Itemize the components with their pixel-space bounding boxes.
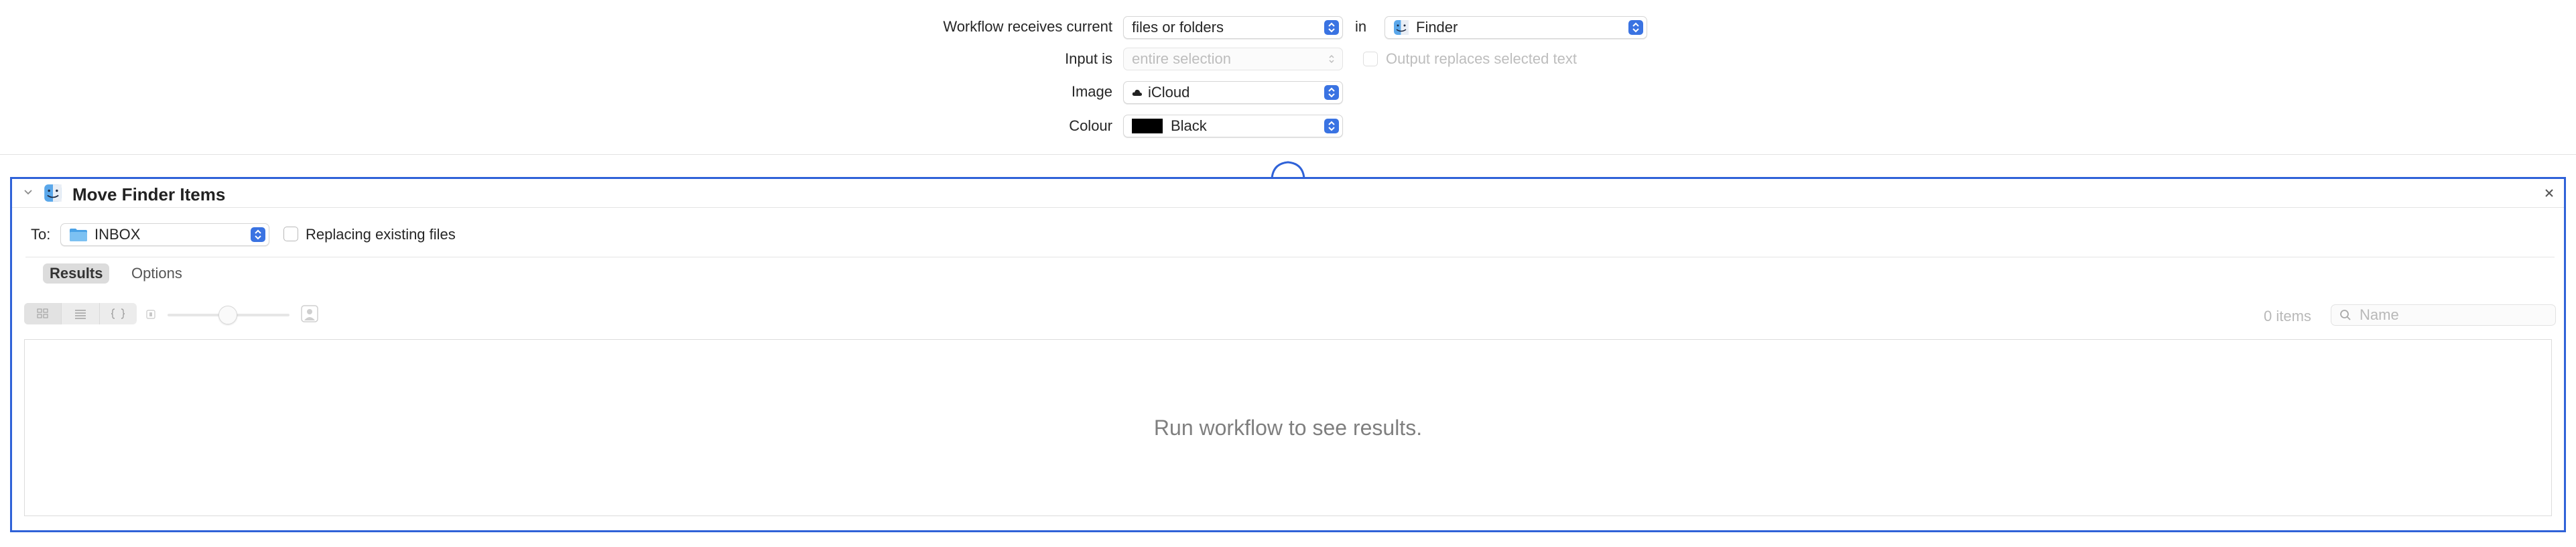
cloud-icon [1132,89,1142,96]
tab-results[interactable]: Results [43,263,110,284]
slider-knob[interactable] [218,306,237,324]
search-input[interactable] [2358,306,2535,324]
input-is-value: entire selection [1132,50,1231,67]
finder-icon [44,184,62,202]
search-icon [2340,310,2351,320]
action-title: Move Finder Items [72,184,226,204]
receives-label: Workflow receives current [943,18,1112,35]
list-icon [74,310,86,319]
destination-popup[interactable]: INBOX [60,223,269,246]
input-is-label: Input is [1065,50,1112,67]
colour-value: Black [1171,117,1207,134]
image-value: iCloud [1148,84,1190,101]
input-is-popup[interactable]: entire selection [1123,48,1343,70]
search-field[interactable] [2331,304,2556,326]
receives-popup[interactable]: files or folders [1123,16,1343,39]
application-value: Finder [1416,19,1458,36]
grid-icon [37,308,48,318]
items-count: 0 items [2264,308,2311,324]
folder-icon [70,229,87,241]
application-popup[interactable]: Finder [1384,16,1647,39]
empty-results-text: Run workflow to see results. [1153,415,1423,440]
colour-popup[interactable]: Black [1123,115,1343,137]
chevron-down-icon[interactable] [23,188,33,196]
action-title-row: Move Finder Items [12,179,2564,207]
small-icon [146,310,155,319]
colour-label: Colour [1069,117,1112,134]
in-label: in [1355,18,1367,35]
stepper-icon [1324,119,1339,133]
replacing-label: Replacing existing files [306,226,456,243]
image-label: Image [1071,83,1112,100]
code-view-button[interactable] [100,303,137,324]
finder-icon [1394,20,1409,35]
destination-value: INBOX [94,226,141,243]
stepper-icon [1324,20,1339,35]
stepper-icon [1324,85,1339,100]
header-divider [0,154,2576,155]
stepper-icon [1628,20,1643,35]
title-divider [12,207,2564,208]
empty-results-message: Run workflow to see results. [25,340,2551,515]
colour-swatch [1132,119,1163,133]
person-icon [301,305,318,322]
stepper-icon [251,227,265,242]
close-icon[interactable] [2544,188,2555,198]
tab-options[interactable]: Options [125,263,189,284]
braces-icon [111,308,125,319]
results-view: Run workflow to see results. [24,339,2552,516]
output-replaces-label: Output replaces selected text [1386,50,1577,67]
tab-options-label: Options [131,265,182,282]
tab-results-label: Results [50,265,103,282]
image-popup[interactable]: iCloud [1123,81,1343,104]
stepper-icon [1324,52,1339,66]
output-replaces-checkbox[interactable] [1363,52,1378,66]
view-mode-control[interactable] [24,303,137,324]
icon-view-button[interactable] [24,303,62,324]
list-view-button[interactable] [62,303,100,324]
replacing-checkbox[interactable] [283,227,298,241]
to-label: To: [31,226,51,243]
receives-value: files or folders [1132,19,1224,36]
